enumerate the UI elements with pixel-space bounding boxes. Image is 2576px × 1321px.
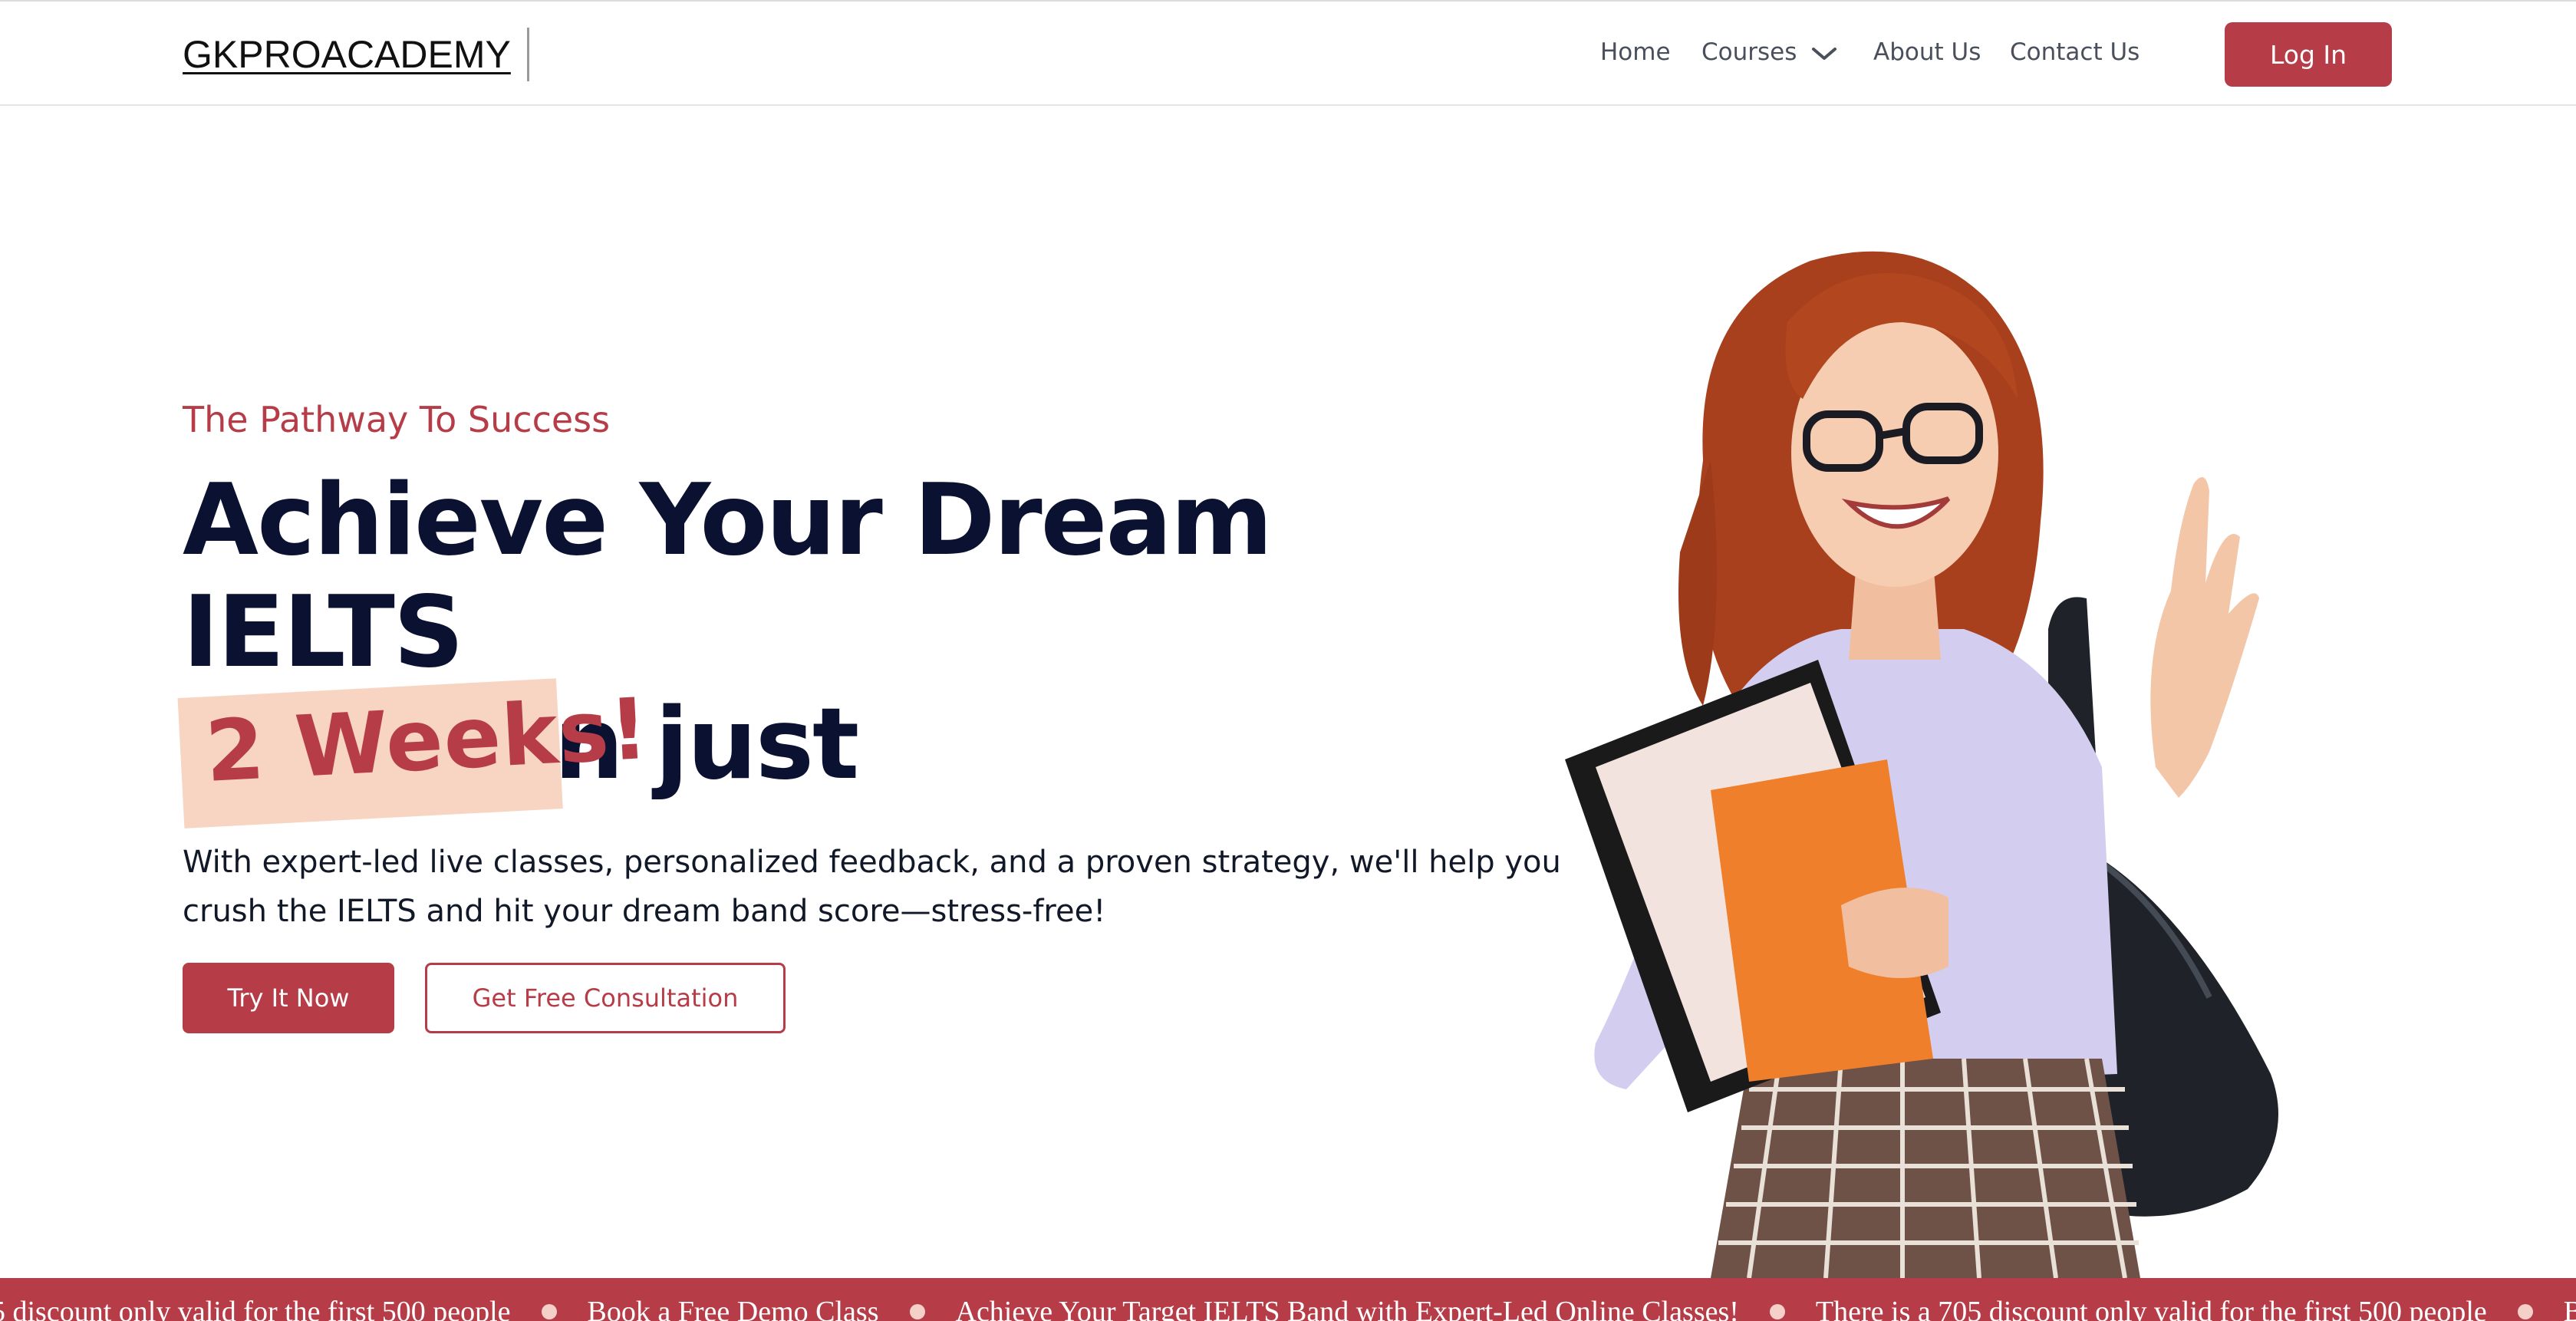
free-consultation-button[interactable]: Get Free Consultation <box>425 963 786 1033</box>
nav-contact-us[interactable]: Contact Us <box>2010 38 2140 66</box>
ticker-bullet-icon <box>2517 1304 2533 1319</box>
ticker-item: Book a Free <box>2563 1296 2576 1321</box>
nav-about-us[interactable]: About Us <box>1873 38 1981 66</box>
logo-divider <box>527 28 529 81</box>
ticker-bullet-icon <box>1769 1304 1785 1319</box>
ticker-bullet-icon <box>909 1304 925 1319</box>
hero-eyebrow: The Pathway To Success <box>183 399 611 440</box>
hero-headline-line-1: Achieve Your Dream IELTS <box>183 463 1273 690</box>
nav-courses[interactable]: Courses <box>1701 38 1797 66</box>
nav-home[interactable]: Home <box>1600 38 1671 66</box>
hero-student-image <box>1565 251 2278 1278</box>
ticker-item: Achieve Your Target IELTS Band with Expe… <box>955 1296 1739 1321</box>
ticker-bullet-icon <box>541 1304 557 1319</box>
ticker-track: 5 discount only valid for the first 500 … <box>0 1295 2576 1321</box>
login-button[interactable]: Log In <box>2225 22 2392 87</box>
chevron-down-icon[interactable] <box>1810 44 1838 63</box>
hero-description: With expert-led live classes, personaliz… <box>183 845 1561 929</box>
try-it-now-button[interactable]: Try It Now <box>183 963 394 1033</box>
ticker-item: 5 discount only valid for the first 500 … <box>0 1296 511 1321</box>
ticker-item: Book a Free Demo Class <box>587 1296 879 1321</box>
ticker-item: There is a 705 discount only valid for t… <box>1815 1296 2487 1321</box>
site-logo[interactable]: GKPROACADEMY <box>183 32 511 77</box>
site-header: GKPROACADEMY Home Courses About Us Conta… <box>0 0 2576 106</box>
announcement-ticker: 5 discount only valid for the first 500 … <box>0 1278 2576 1321</box>
